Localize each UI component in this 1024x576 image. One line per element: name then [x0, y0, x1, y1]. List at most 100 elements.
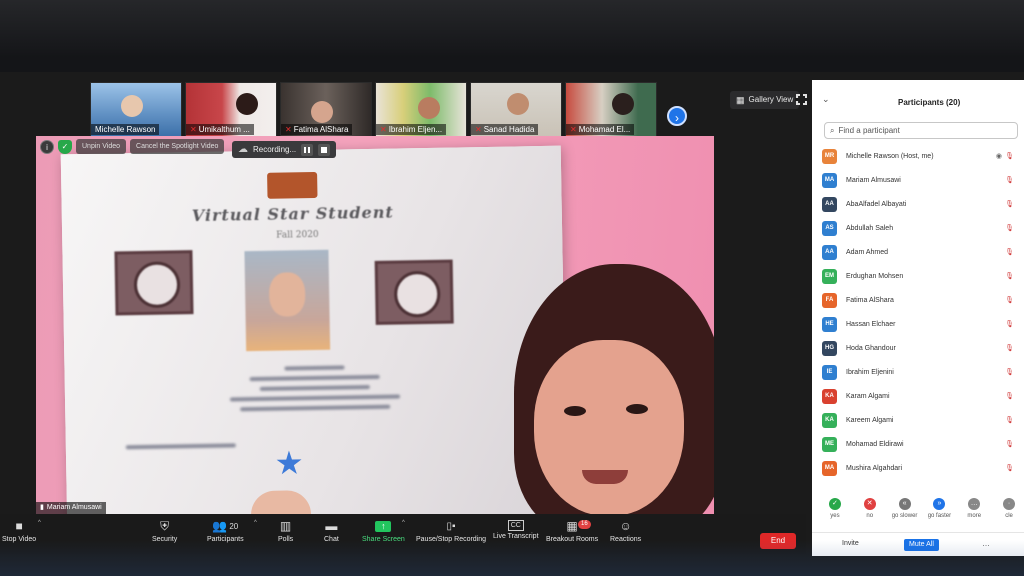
participant-row[interactable]: MR Michelle Rawson (Host, me) 🎙 ◉ — [822, 144, 1024, 168]
more-options-icon[interactable]: … — [982, 539, 990, 548]
reaction-label: no — [866, 513, 874, 519]
avatar: AA — [822, 244, 837, 260]
security-button[interactable]: ⛨ Security — [152, 518, 177, 544]
participant-search-input[interactable]: ⌕ Find a participant — [824, 122, 1018, 139]
thumb-umikalthum[interactable]: ✕ Umikalthum ... — [185, 82, 277, 138]
participant-row[interactable]: FA Fatima AlShara 🎙 — [822, 288, 1024, 312]
participant-row[interactable]: AS Abdullah Saleh 🎙 — [822, 216, 1024, 240]
participant-name: Michelle Rawson (Host, me) — [846, 152, 934, 160]
avatar: MR — [822, 148, 837, 164]
thumb-nameplate: ✕ Umikalthum ... — [186, 124, 254, 135]
mic-muted-icon: ✕ — [570, 125, 577, 134]
end-meeting-button[interactable]: End — [760, 533, 796, 549]
avatar: IE — [822, 364, 837, 380]
reaction-more-button[interactable]: … more — [959, 498, 989, 526]
participants-button[interactable]: 👥 20 Participants — [207, 518, 244, 543]
reaction-go-slower-button[interactable]: « go slower — [890, 498, 920, 526]
certificate-signatures — [106, 432, 526, 455]
mic-muted-icon: ✕ — [475, 125, 482, 134]
participant-name: Karam Algami — [846, 392, 890, 400]
avatar: AA — [822, 196, 837, 212]
participant-row[interactable]: KA Kareem Algami 🎙 — [822, 408, 1024, 432]
avatar: KA — [822, 388, 837, 404]
reaction-icon: ✓ — [828, 498, 841, 510]
invite-button[interactable]: Invite — [842, 540, 859, 547]
cc-icon: CC — [507, 520, 524, 531]
unpin-video-button[interactable]: Unpin Video — [76, 139, 127, 154]
mic-muted-icon: ✕ — [285, 125, 292, 134]
mic-muted-icon: 🎙 — [1005, 249, 1014, 256]
thumb-sanad-hadida[interactable]: ✕ Sanad Hadida — [470, 82, 562, 138]
people-icon: 👥 — [212, 519, 228, 533]
participant-row[interactable]: HE Hassan Elchaer 🎙 — [822, 312, 1024, 336]
stop-icon[interactable] — [318, 143, 331, 156]
reaction-go-faster-button[interactable]: » go faster — [924, 498, 954, 526]
panel-title: Participants (20) — [898, 98, 961, 107]
chevron-right-icon: › — [675, 111, 679, 125]
polls-button[interactable]: ▥ Polls — [278, 518, 293, 543]
share-screen-button[interactable]: ↑ Share Screen — [362, 518, 405, 543]
filmstrip-next-button[interactable]: › — [667, 106, 687, 126]
participant-row[interactable]: IE Ibrahim Eljenini 🎙 — [822, 360, 1024, 384]
pause-icon[interactable] — [301, 143, 314, 156]
participant-row[interactable]: MA Mushira Algahdari 🎙 — [822, 456, 1024, 480]
mic-muted-icon: 🎙 — [1005, 417, 1014, 424]
chevron-down-icon[interactable]: ⌄ — [822, 94, 830, 105]
gallery-view-label: Gallery View — [748, 95, 794, 104]
participant-row[interactable]: MA Mariam Almusawi 🎙 — [822, 168, 1024, 192]
reaction-label: cle — [1005, 513, 1013, 519]
breakout-grid-icon: ▦ — [566, 519, 578, 533]
thumb-mohamad[interactable]: ✕ Mohamad El... — [565, 82, 657, 138]
thumb-ibrahim[interactable]: ✕ Ibrahim Eljen... — [375, 82, 467, 138]
participant-row[interactable]: HG Hoda Ghandour 🎙 — [822, 336, 1024, 360]
stop-video-button[interactable]: ■ Stop Video — [2, 518, 36, 543]
thumb-fatima-alshara[interactable]: ✕ Fatima AlShara — [280, 82, 372, 138]
participant-row[interactable]: KA Karam Algami 🎙 — [822, 384, 1024, 408]
video-options-caret[interactable]: ^ — [38, 520, 41, 526]
share-screen-icon: ↑ — [375, 520, 392, 532]
info-icon[interactable]: i — [40, 139, 54, 154]
mic-muted-icon: 🎙 — [1005, 273, 1014, 280]
reaction-cle-button[interactable]: · cle — [994, 498, 1024, 526]
participants-options-caret[interactable]: ^ — [254, 520, 257, 526]
reaction-label: go faster — [927, 513, 952, 519]
cancel-spotlight-button[interactable]: Cancel the Spotlight Video — [130, 139, 225, 154]
video-overlay-controls: i ✓ Unpin Video Cancel the Spotlight Vid… — [40, 139, 225, 154]
mic-muted-icon: 🎙 — [1005, 321, 1014, 328]
reaction-icon: ✕ — [863, 498, 876, 510]
participant-row[interactable]: AA Adam Ahmed 🎙 — [822, 240, 1024, 264]
grid-icon: ▦ — [736, 95, 745, 105]
mic-muted-icon: 🎙 — [1005, 177, 1014, 184]
chat-button[interactable]: ▬ Chat — [324, 518, 339, 543]
spotlight-video: Virtual Star Student Fall 2020 — [36, 136, 714, 516]
fullscreen-icon[interactable] — [795, 93, 808, 106]
participant-name: Kareem Algami — [846, 416, 894, 424]
avatar: MA — [822, 172, 837, 188]
participant-row[interactable]: ME Mohamad Eldirawi 🎙 — [822, 432, 1024, 456]
live-transcript-button[interactable]: CC Live Transcript — [493, 518, 539, 540]
seal-left — [114, 250, 194, 316]
mic-muted-icon: 🎙 — [1005, 297, 1014, 304]
share-options-caret[interactable]: ^ — [402, 520, 405, 526]
reaction-yes-button[interactable]: ✓ yes — [820, 498, 850, 526]
reaction-no-button[interactable]: ✕ no — [855, 498, 885, 526]
mic-muted-icon: 🎙 — [1005, 153, 1014, 160]
gallery-view-button[interactable]: ▦ Gallery View — [730, 91, 800, 109]
pause-stop-recording-button[interactable]: ▯▪ Pause/Stop Recording — [416, 518, 486, 544]
shield-icon[interactable]: ✓ — [58, 139, 72, 154]
student-eye — [564, 406, 586, 416]
mic-muted-icon: 🎙 — [1005, 441, 1014, 448]
participant-name: AbaAlfadel Albayati — [846, 200, 907, 208]
avatar: ME — [822, 436, 837, 452]
nonverbal-feedback-bar: ✓ yes ✕ no « go slower » go faster … more · cle — [812, 498, 1024, 526]
certificate-subtitle: Fall 2020 — [276, 229, 319, 241]
participant-row[interactable]: AA AbaAlfadel Albayati 🎙 — [822, 192, 1024, 216]
participant-row[interactable]: EM Erdughan Mohsen 🎙 — [822, 264, 1024, 288]
mute-all-button[interactable]: Mute All — [904, 539, 939, 551]
participant-filmstrip: Michelle Rawson ✕ Umikalthum ... ✕ Fatima … — [90, 82, 657, 138]
participant-name: Hoda Ghandour — [846, 344, 896, 352]
reactions-button[interactable]: ☺ Reactions — [610, 518, 641, 543]
thumb-michelle-rawson[interactable]: Michelle Rawson — [90, 82, 182, 138]
video-camera-icon: ■ — [15, 519, 23, 533]
avatar: AS — [822, 220, 837, 236]
